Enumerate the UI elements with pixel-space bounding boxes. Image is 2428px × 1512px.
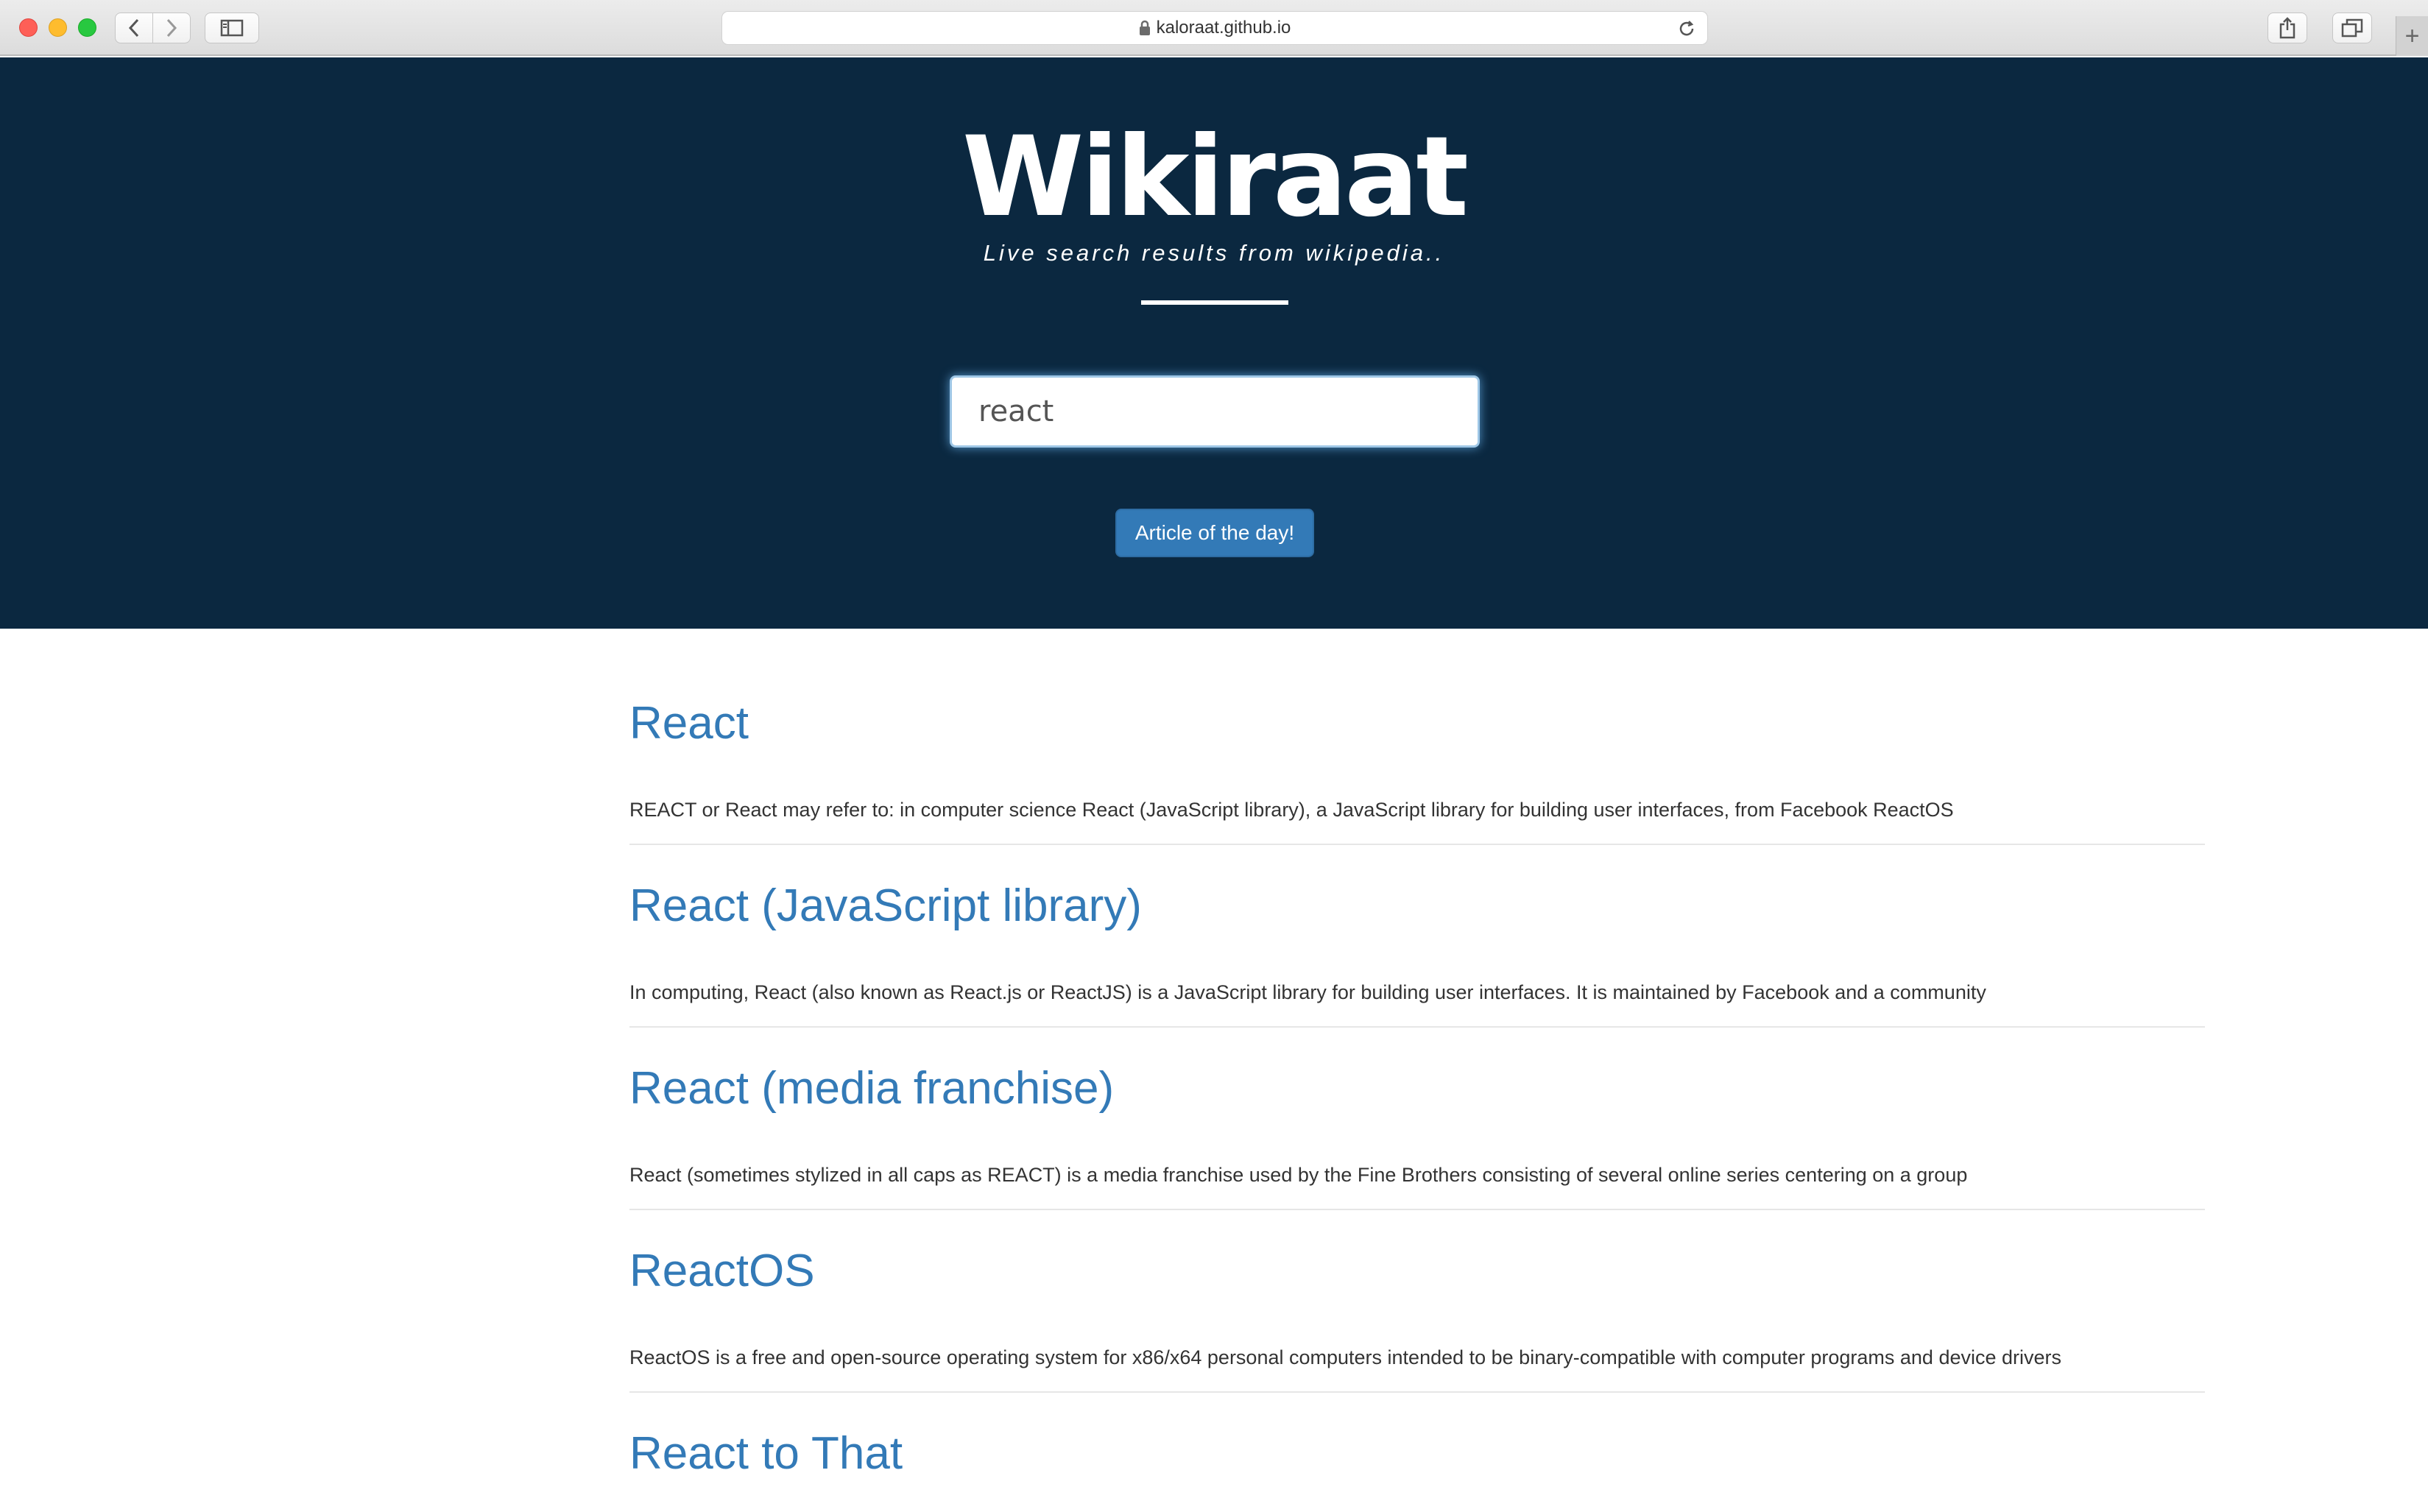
result-item: React (media franchise) React (sometimes…: [629, 1028, 2205, 1210]
tab-overview-button[interactable]: [2332, 13, 2372, 43]
sidebar-toggle-button[interactable]: [205, 13, 259, 43]
title-divider: [1141, 300, 1288, 305]
site-title: Wikiraat: [961, 113, 1469, 241]
hero-section: Wikiraat Live search results from wikipe…: [0, 57, 2428, 629]
result-item: React to That: [629, 1393, 2205, 1512]
result-snippet: ReactOS is a free and open-source operat…: [629, 1346, 2062, 1368]
forward-button[interactable]: [152, 13, 191, 43]
search-input[interactable]: [950, 375, 1480, 448]
address-bar[interactable]: kaloraat.github.io: [721, 11, 1708, 45]
result-title-link[interactable]: React (JavaScript library): [629, 883, 1142, 929]
result-title-link[interactable]: React (media franchise): [629, 1066, 1114, 1112]
result-snippet: React (sometimes stylized in all caps as…: [629, 1164, 1968, 1186]
lock-icon: [1139, 20, 1150, 35]
reload-icon[interactable]: [1676, 18, 1697, 39]
result-item: React (JavaScript library) In computing,…: [629, 845, 2205, 1028]
minimize-window-button[interactable]: [49, 18, 67, 37]
tagline: Live search results from wikipedia..: [983, 240, 1445, 266]
article-of-the-day-button[interactable]: Article of the day!: [1115, 509, 1314, 557]
zoom-window-button[interactable]: [78, 18, 96, 37]
result-snippet: In computing, React (also known as React…: [629, 981, 1986, 1003]
url-text: kaloraat.github.io: [1156, 18, 1291, 38]
result-title-link[interactable]: React: [629, 701, 749, 746]
result-snippet: REACT or React may refer to: in computer…: [629, 799, 1954, 821]
chevron-left-icon: [128, 18, 139, 38]
sidebar-icon: [220, 19, 244, 37]
back-button[interactable]: [115, 13, 153, 43]
share-button[interactable]: [2268, 13, 2307, 43]
new-tab-button[interactable]: +: [2396, 16, 2428, 56]
result-title-link[interactable]: React to That: [629, 1431, 903, 1477]
browser-toolbar: kaloraat.github.io +: [0, 0, 2428, 56]
close-window-button[interactable]: [19, 18, 38, 37]
result-title-link[interactable]: ReactOS: [629, 1248, 815, 1294]
share-icon: [2279, 17, 2295, 39]
search-results: React REACT or React may refer to: in co…: [629, 663, 2205, 1512]
chevron-right-icon: [166, 18, 177, 38]
result-item: React REACT or React may refer to: in co…: [629, 663, 2205, 845]
tabs-icon: [2341, 18, 2363, 38]
result-item: ReactOS ReactOS is a free and open-sourc…: [629, 1210, 2205, 1393]
